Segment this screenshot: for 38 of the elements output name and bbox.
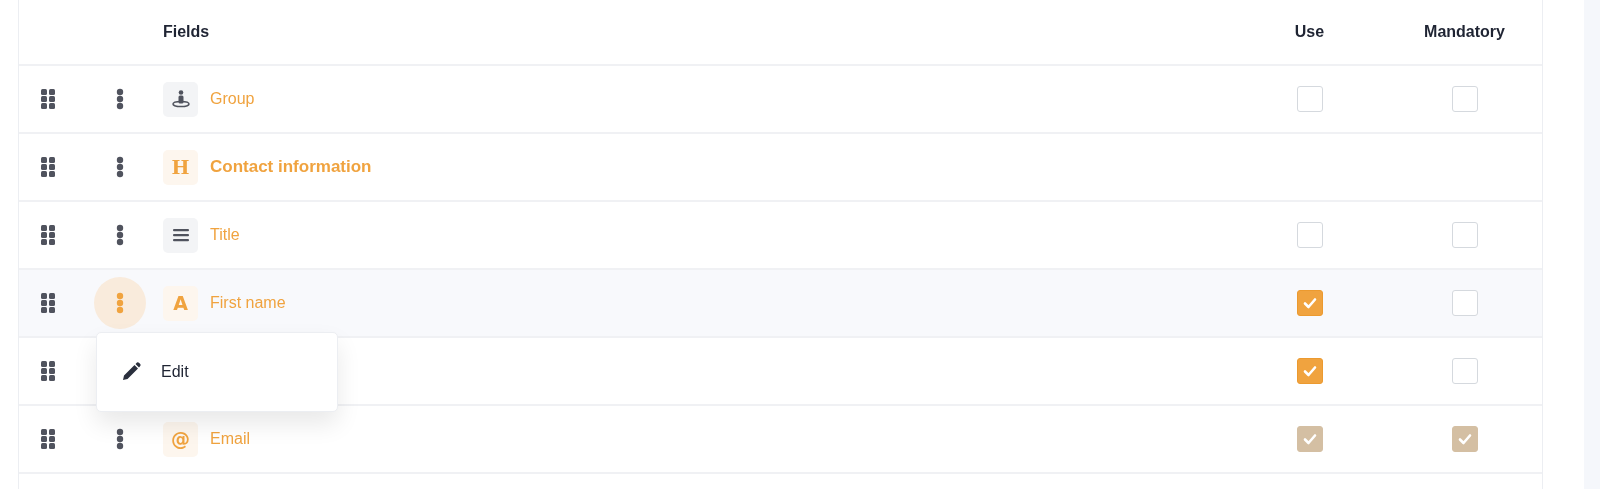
pencil-icon <box>121 362 141 382</box>
glyph-icon: A <box>163 285 198 321</box>
checkmark-icon <box>1302 433 1317 445</box>
checkbox[interactable] <box>1296 358 1323 384</box>
checkbox[interactable] <box>1296 86 1323 112</box>
glyph-icon: H <box>163 149 198 185</box>
person-icon <box>163 81 198 117</box>
checkbox[interactable] <box>1451 86 1478 112</box>
drag-handle-icon[interactable] <box>41 89 55 109</box>
checkmark-icon <box>1302 297 1317 309</box>
column-header: Use <box>1294 23 1325 41</box>
drag-handle-icon[interactable] <box>41 429 55 449</box>
drag-handle-icon[interactable] <box>41 225 55 245</box>
field-label[interactable]: Group <box>210 90 255 108</box>
more-vertical-icon <box>116 224 124 246</box>
checkbox[interactable] <box>1451 358 1478 384</box>
checkmark-icon <box>1302 365 1317 377</box>
checkbox[interactable] <box>1296 222 1323 248</box>
checkbox[interactable] <box>1296 290 1323 316</box>
section-heading[interactable]: Contact information <box>210 157 372 177</box>
checkbox[interactable] <box>1451 222 1478 248</box>
column-header: Fields <box>163 23 210 41</box>
field-label[interactable]: First name <box>210 294 286 312</box>
drag-handle-icon[interactable] <box>41 157 55 177</box>
checkmark-icon <box>1457 433 1472 445</box>
glyph-icon: @ <box>163 421 198 457</box>
lines-icon <box>163 217 198 253</box>
field-label[interactable]: Title <box>210 226 240 244</box>
more-vertical-icon <box>116 88 124 110</box>
column-header: Mandatory <box>1424 23 1505 41</box>
field-label[interactable]: Email <box>210 430 250 448</box>
drag-handle-icon[interactable] <box>41 293 55 313</box>
more-vertical-icon <box>116 156 124 178</box>
more-vertical-icon <box>116 428 124 450</box>
menu-item[interactable]: Edit <box>97 347 337 397</box>
checkbox[interactable] <box>1451 290 1478 316</box>
more-vertical-icon <box>116 292 124 314</box>
drag-handle-icon[interactable] <box>41 361 55 381</box>
